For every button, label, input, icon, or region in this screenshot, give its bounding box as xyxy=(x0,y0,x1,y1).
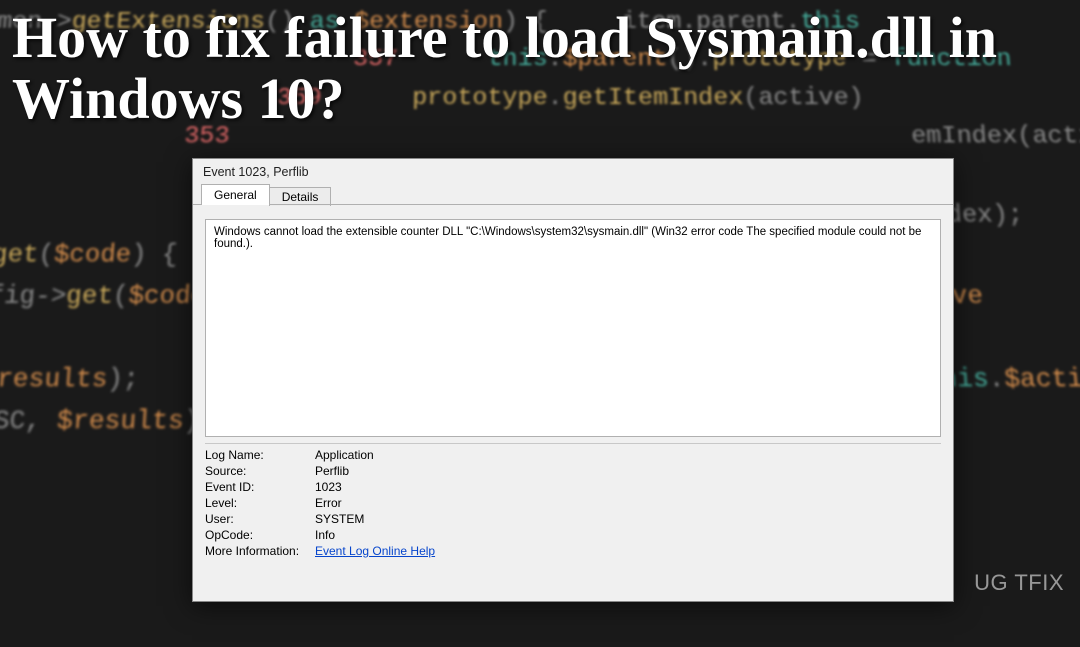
value-level: Error xyxy=(315,496,941,510)
value-log-name: Application xyxy=(315,448,941,462)
label-log-name: Log Name: xyxy=(205,448,315,462)
value-event-id: 1023 xyxy=(315,480,941,494)
article-headline: How to fix failure to load Sysmain.dll i… xyxy=(12,8,1068,130)
label-level: Level: xyxy=(205,496,315,510)
label-user: User: xyxy=(205,512,315,526)
dialog-title: Event 1023, Perflib xyxy=(193,159,953,183)
event-message-text: Windows cannot load the extensible count… xyxy=(214,226,932,250)
label-event-id: Event ID: xyxy=(205,480,315,494)
event-details-grid: Log Name: Application Source: Perflib Ev… xyxy=(205,448,941,558)
value-user: SYSTEM xyxy=(315,512,941,526)
label-opcode: OpCode: xyxy=(205,528,315,542)
link-event-log-help[interactable]: Event Log Online Help xyxy=(315,544,435,558)
label-source: Source: xyxy=(205,464,315,478)
tab-strip: General Details xyxy=(193,183,953,205)
watermark: UG TFIX xyxy=(974,570,1064,596)
tab-details[interactable]: Details xyxy=(269,187,332,206)
tab-general[interactable]: General xyxy=(201,184,270,205)
label-more-info: More Information: xyxy=(205,544,315,558)
value-source: Perflib xyxy=(315,464,941,478)
event-message-area: Windows cannot load the extensible count… xyxy=(205,219,941,437)
separator xyxy=(205,443,941,444)
event-properties-dialog: Event 1023, Perflib General Details Wind… xyxy=(192,158,954,602)
value-opcode: Info xyxy=(315,528,941,542)
